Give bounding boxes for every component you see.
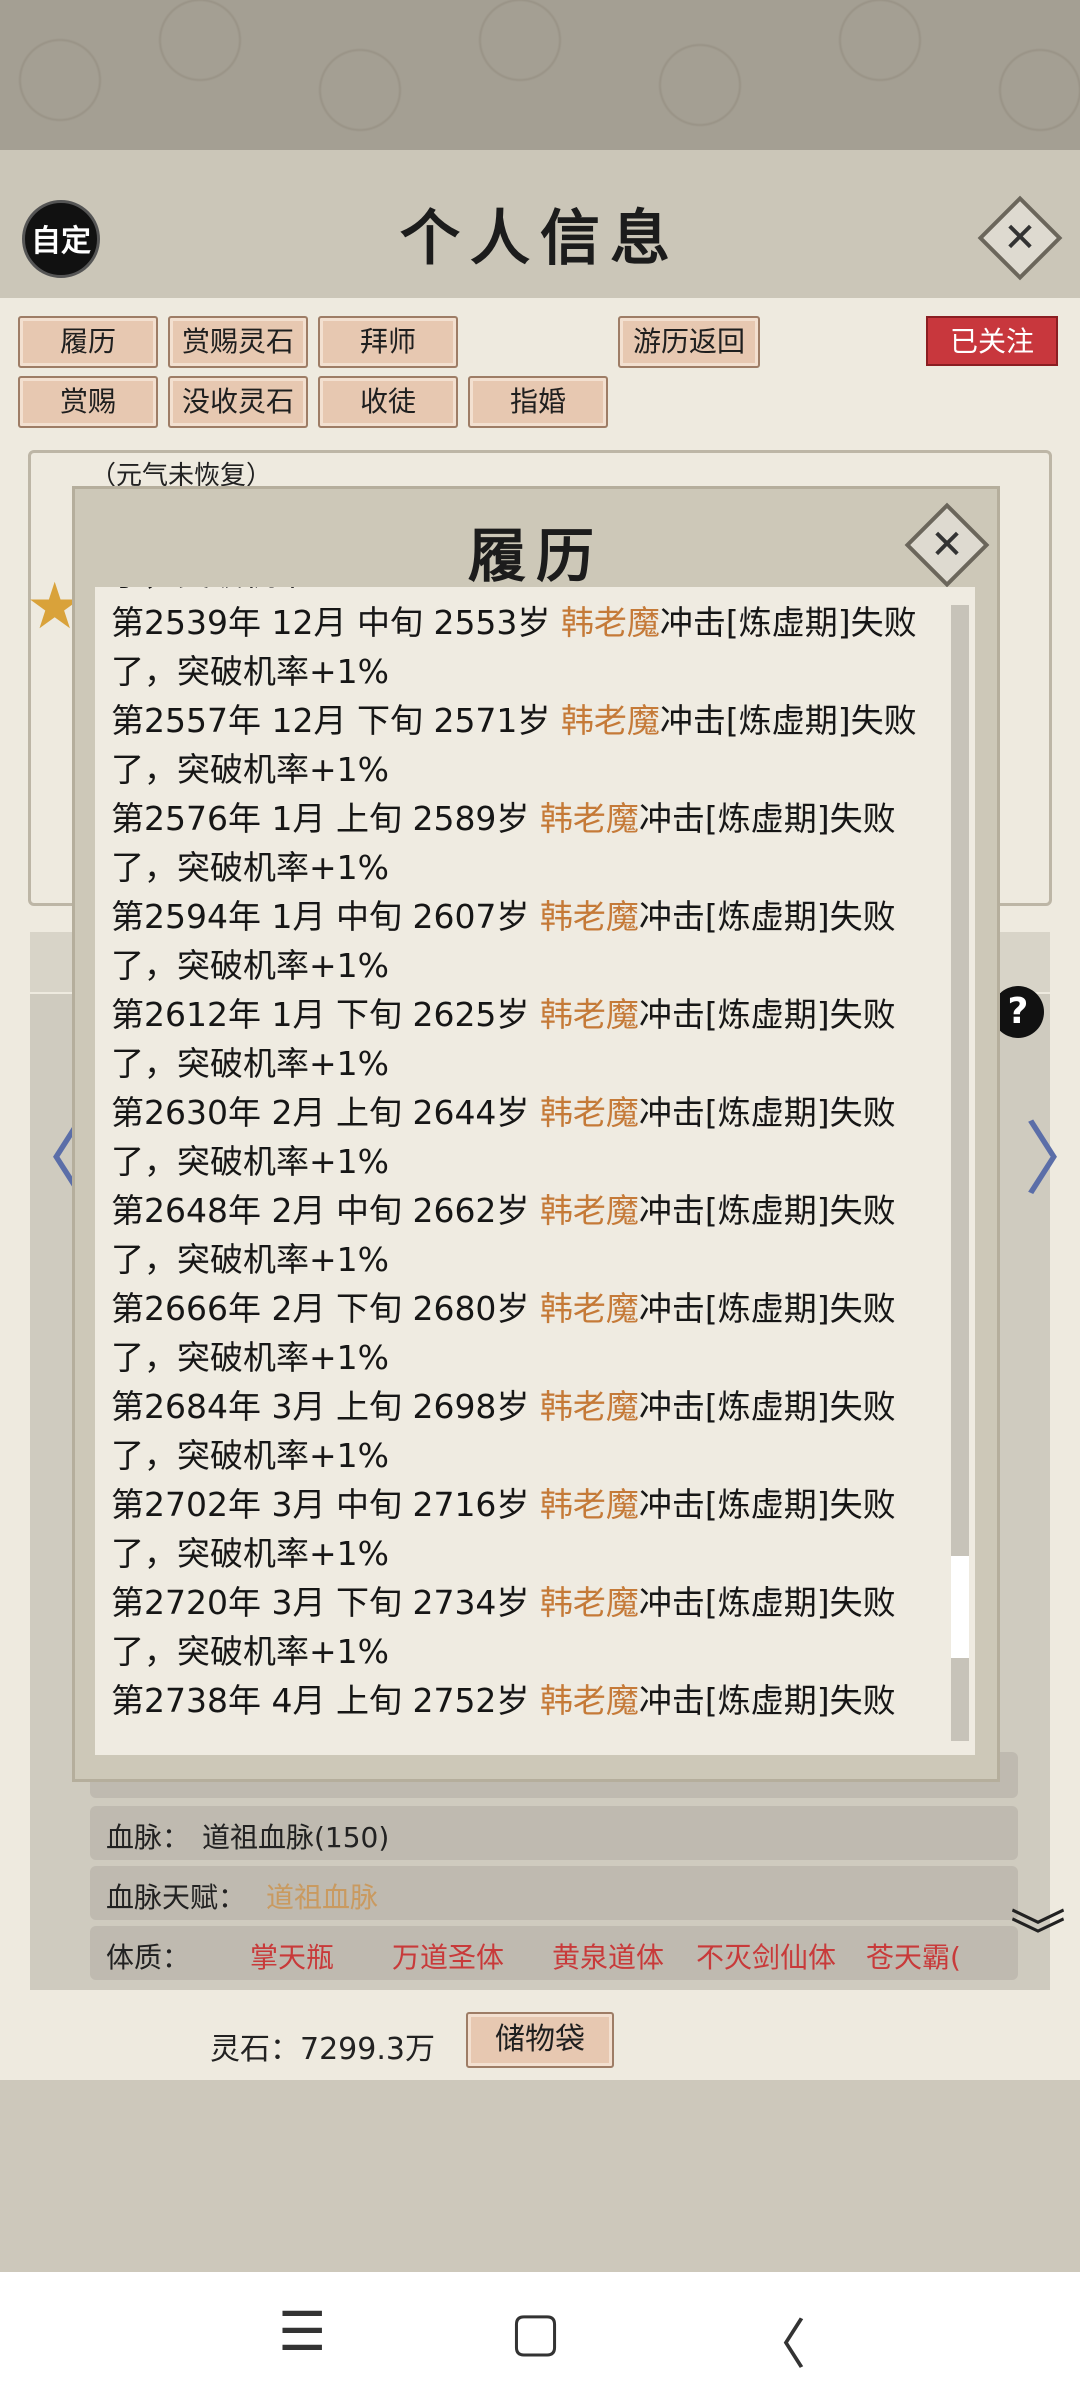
entry-character-name: 韩老魔 xyxy=(539,1387,639,1426)
confiscate-stones-button[interactable]: 没收灵石 xyxy=(168,376,308,428)
bloodline-talent-row: 血脉天赋： 道祖血脉 xyxy=(90,1866,1018,1920)
history-entry: 第2576年 1月 上旬 2589岁 韩老魔冲击[炼虚期]失败了，突破机率+1% xyxy=(111,794,931,892)
constitution-row: 体质： 掌天瓶 万道圣体 黄泉道体 不灭剑仙体 苍天霸( xyxy=(90,1926,1018,1980)
travel-return-button[interactable]: 游历返回 xyxy=(618,316,760,368)
entry-date: 第2720年 3月 下旬 2734岁 xyxy=(111,1583,540,1622)
entry-date: 第2648年 2月 中旬 2662岁 xyxy=(111,1191,540,1230)
entry-date: 第2702年 3月 中旬 2716岁 xyxy=(111,1485,540,1524)
history-entry: 第2666年 2月 下旬 2680岁 韩老魔冲击[炼虚期]失败了，突破机率+1% xyxy=(111,1284,931,1382)
history-entry: 第2738年 4月 上旬 2752岁 韩老魔冲击[炼虚期]失败 xyxy=(111,1676,931,1725)
back-icon[interactable]: 〈 xyxy=(752,2300,806,2379)
entry-date: 第2738年 4月 上旬 2752岁 xyxy=(111,1681,540,1720)
bloodline-row: 血脉： 道祖血脉(150) xyxy=(90,1806,1018,1860)
constitution-value: 掌天瓶 xyxy=(250,1941,335,1974)
entry-character-name: 韩老魔 xyxy=(560,701,660,740)
arrange-marriage-button[interactable]: 指婚 xyxy=(468,376,608,428)
close-icon: ✕ xyxy=(1003,215,1037,261)
scrollbar-thumb[interactable] xyxy=(951,1556,969,1659)
constitution-value: 不灭剑仙体 xyxy=(696,1941,837,1974)
history-entry: 第2720年 3月 下旬 2734岁 韩老魔冲击[炼虚期]失败了，突破机率+1% xyxy=(111,1578,931,1676)
entry-character-name: 韩老魔 xyxy=(539,1093,639,1132)
star-icon: ★ xyxy=(26,570,84,644)
bloodline-label: 血脉： xyxy=(106,1821,191,1854)
constitution-label: 体质： xyxy=(106,1941,191,1974)
spirit-stone-label: 灵石：7299.3万 xyxy=(210,2032,435,2067)
storage-bag-button[interactable]: 储物袋 xyxy=(466,2012,614,2068)
entry-character-name: 韩老魔 xyxy=(539,897,639,936)
history-modal: 履历 ✕ 了，突破机率+1% 第2539年 12月 中旬 2553岁 韩老魔冲击… xyxy=(72,486,1000,1782)
constitution-value: 黄泉道体 xyxy=(552,1941,665,1974)
home-icon[interactable]: ▢ xyxy=(510,2300,561,2363)
entry-character-name: 韩老魔 xyxy=(539,995,639,1034)
entry-character-name: 韩老魔 xyxy=(539,1289,639,1328)
next-arrow-icon[interactable]: 〉 xyxy=(1024,1095,1080,1211)
modal-title: 履历 xyxy=(467,522,604,590)
entry-date: 第2612年 1月 下旬 2625岁 xyxy=(111,995,540,1034)
entry-character-name: 韩老魔 xyxy=(539,1583,639,1622)
entry-date: 第2630年 2月 上旬 2644岁 xyxy=(111,1093,540,1132)
constitution-value: 苍天霸( xyxy=(866,1941,961,1974)
constitution-value: 万道圣体 xyxy=(392,1941,505,1974)
history-entry: 第2684年 3月 上旬 2698岁 韩老魔冲击[炼虚期]失败了，突破机率+1% xyxy=(111,1382,931,1480)
apprentice-button[interactable]: 拜师 xyxy=(318,316,458,368)
entry-character-name: 韩老魔 xyxy=(539,1681,639,1720)
entry-character-name: 韩老魔 xyxy=(539,799,639,838)
history-entry: 第2612年 1月 下旬 2625岁 韩老魔冲击[炼虚期]失败了，突破机率+1% xyxy=(111,990,931,1088)
close-icon: ✕ xyxy=(930,522,964,568)
take-disciple-button[interactable]: 收徒 xyxy=(318,376,458,428)
bloodline-talent-value: 道祖血脉 xyxy=(266,1881,379,1914)
reward-stones-button[interactable]: 赏赐灵石 xyxy=(168,316,308,368)
entry-date: 第2539年 12月 中旬 2553岁 xyxy=(111,603,561,642)
footer-band xyxy=(0,2080,1080,2272)
bloodline-value: 道祖血脉(150) xyxy=(202,1821,390,1854)
decorative-top-band xyxy=(0,0,1080,150)
history-entry: 第2539年 12月 中旬 2553岁 韩老魔冲击[炼虚期]失败了，突破机率+1… xyxy=(111,598,931,696)
history-entry: 第2557年 12月 下旬 2571岁 韩老魔冲击[炼虚期]失败了，突破机率+1… xyxy=(111,696,931,794)
entry-character-name: 韩老魔 xyxy=(539,1191,639,1230)
bloodline-talent-label: 血脉天赋： xyxy=(106,1881,247,1914)
entry-date: 第2557年 12月 下旬 2571岁 xyxy=(111,701,561,740)
entry-text: 冲击[炼虚期]失败 xyxy=(638,1681,896,1720)
entry-date: 第2684年 3月 上旬 2698岁 xyxy=(111,1387,540,1426)
page-title: 个人信息 xyxy=(400,204,680,274)
entry-date: 第2576年 1月 上旬 2589岁 xyxy=(111,799,540,838)
history-log[interactable]: 了，突破机率+1% 第2539年 12月 中旬 2553岁 韩老魔冲击[炼虚期]… xyxy=(95,587,975,1755)
menu-icon[interactable]: ☰ xyxy=(278,2300,326,2363)
history-log-entries: 了，突破机率+1% 第2539年 12月 中旬 2553岁 韩老魔冲击[炼虚期]… xyxy=(111,587,931,1725)
expand-down-icon[interactable]: ︾ xyxy=(1010,1910,1066,1966)
entry-character-name: 韩老魔 xyxy=(539,1485,639,1524)
entry-character-name: 韩老魔 xyxy=(560,603,660,642)
reward-button[interactable]: 赏赐 xyxy=(18,376,158,428)
history-entry: 第2648年 2月 中旬 2662岁 韩老魔冲击[炼虚期]失败了，突破机率+1% xyxy=(111,1186,931,1284)
history-entry: 第2630年 2月 上旬 2644岁 韩老魔冲击[炼虚期]失败了，突破机率+1% xyxy=(111,1088,931,1186)
history-entry: 第2702年 3月 中旬 2716岁 韩老魔冲击[炼虚期]失败了，突破机率+1% xyxy=(111,1480,931,1578)
entry-date: 第2666年 2月 下旬 2680岁 xyxy=(111,1289,540,1328)
history-button[interactable]: 履历 xyxy=(18,316,158,368)
entry-date: 第2594年 1月 中旬 2607岁 xyxy=(111,897,540,936)
follow-status-badge[interactable]: 已关注 xyxy=(926,316,1058,366)
history-entry-partial: 了，突破机率+1% xyxy=(111,587,931,598)
history-entry: 第2594年 1月 中旬 2607岁 韩老魔冲击[炼虚期]失败了，突破机率+1% xyxy=(111,892,931,990)
